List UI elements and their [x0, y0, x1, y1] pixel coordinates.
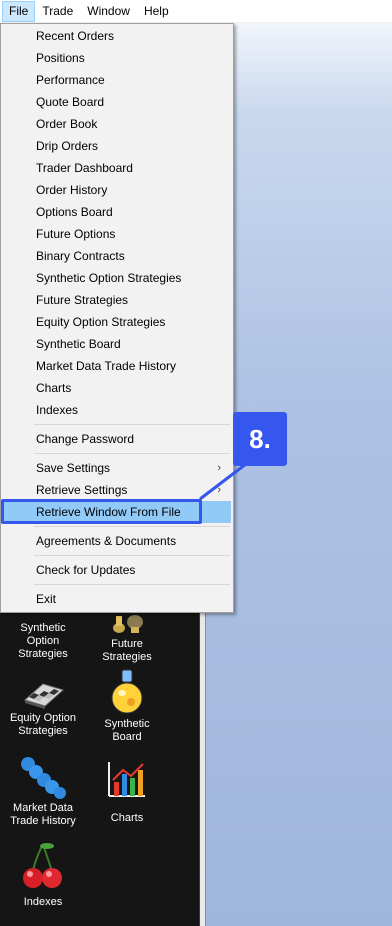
menu-help[interactable]: Help — [137, 1, 176, 22]
indexes-label: Indexes — [23, 896, 63, 908]
blue-beads-icon — [21, 757, 66, 799]
menu-item-drip-orders[interactable]: Drip Orders — [3, 135, 231, 157]
menu-item-positions[interactable]: Positions — [3, 47, 231, 69]
menu-file[interactable]: File — [2, 0, 36, 22]
synthetic-board-label: Synthetic Board — [104, 718, 150, 743]
menu-separator — [34, 424, 230, 425]
submenu-arrow-icon: › — [217, 462, 221, 474]
menu-separator — [34, 584, 230, 585]
cherries-icon — [23, 843, 62, 888]
tile-indexes[interactable]: Indexes — [0, 840, 86, 909]
chessboard-icon — [23, 683, 65, 709]
menu-item-equity-option-strategies[interactable]: Equity Option Strategies — [3, 311, 231, 333]
future-strategies-label: Future Strategies — [102, 638, 152, 663]
retrieve-settings-label: Retrieve Settings — [36, 483, 128, 497]
menu-item-change-password[interactable]: Change Password — [3, 428, 231, 450]
tile-future-strategies[interactable]: Future Strategies — [84, 612, 170, 664]
bar-chart-icon — [108, 762, 145, 797]
menu-separator — [34, 555, 230, 556]
menu-separator — [34, 526, 230, 527]
file-menu-dropdown: Recent Orders Positions Performance Quot… — [0, 23, 234, 613]
step-callout-badge: 8. — [233, 412, 287, 466]
menu-item-market-data-trade-history[interactable]: Market Data Trade History — [3, 355, 231, 377]
menu-item-save-settings[interactable]: Save Settings › — [3, 457, 231, 479]
menu-item-agreements-documents[interactable]: Agreements & Documents — [3, 530, 231, 552]
menu-item-performance[interactable]: Performance — [3, 69, 231, 91]
save-settings-label: Save Settings — [36, 461, 111, 475]
menu-item-charts[interactable]: Charts — [3, 377, 231, 399]
chess-pieces-icon — [113, 615, 143, 633]
tile-synthetic-option-strategies[interactable]: Synthetic Option Strategies — [0, 614, 86, 661]
market-data-trade-history-label: Market Data Trade History — [10, 802, 76, 827]
menu-item-quote-board[interactable]: Quote Board — [3, 91, 231, 113]
menu-item-retrieve-settings[interactable]: Retrieve Settings › — [3, 479, 231, 501]
menu-item-indexes[interactable]: Indexes — [3, 399, 231, 421]
tile-market-data-trade-history[interactable]: Market Data Trade History — [0, 756, 86, 828]
tile-equity-option-strategies[interactable]: Equity Option Strategies — [0, 676, 86, 738]
menu-trade[interactable]: Trade — [35, 1, 80, 22]
menu-separator — [34, 453, 230, 454]
menu-item-check-for-updates[interactable]: Check for Updates — [3, 559, 231, 581]
synthetic-option-strategies-label: Synthetic Option Strategies — [18, 622, 68, 660]
menu-item-trader-dashboard[interactable]: Trader Dashboard — [3, 157, 231, 179]
tile-charts[interactable]: Charts — [84, 758, 170, 825]
menu-item-exit[interactable]: Exit — [3, 588, 231, 610]
menu-item-synthetic-option-strategies[interactable]: Synthetic Option Strategies — [3, 267, 231, 289]
menu-item-binary-contracts[interactable]: Binary Contracts — [3, 245, 231, 267]
menu-item-synthetic-board[interactable]: Synthetic Board — [3, 333, 231, 355]
flask-icon — [111, 669, 143, 714]
charts-label: Charts — [110, 812, 144, 824]
menu-item-order-history[interactable]: Order History — [3, 179, 231, 201]
menu-window[interactable]: Window — [80, 1, 137, 22]
menu-item-future-options[interactable]: Future Options — [3, 223, 231, 245]
menu-item-future-strategies[interactable]: Future Strategies — [3, 289, 231, 311]
menu-item-order-book[interactable]: Order Book — [3, 113, 231, 135]
equity-option-strategies-label: Equity Option Strategies — [9, 712, 77, 737]
panel-divider — [200, 612, 205, 926]
menu-item-recent-orders[interactable]: Recent Orders — [3, 25, 231, 47]
menu-item-options-board[interactable]: Options Board — [3, 201, 231, 223]
submenu-arrow-icon: › — [217, 484, 221, 496]
tile-synthetic-board[interactable]: Synthetic Board — [84, 668, 170, 744]
menu-bar: File Trade Window Help — [0, 0, 392, 23]
highlight-focus-box — [1, 499, 202, 524]
